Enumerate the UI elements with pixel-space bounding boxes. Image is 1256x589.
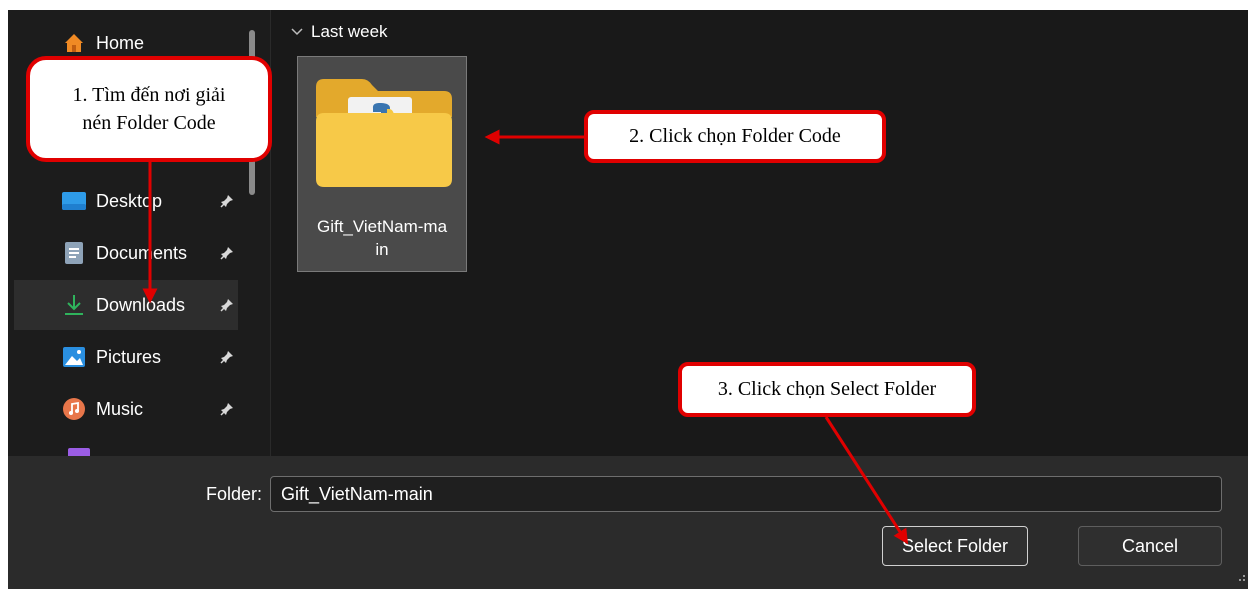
annotation-arrows xyxy=(142,129,909,545)
arrow-step-3 xyxy=(824,416,909,545)
